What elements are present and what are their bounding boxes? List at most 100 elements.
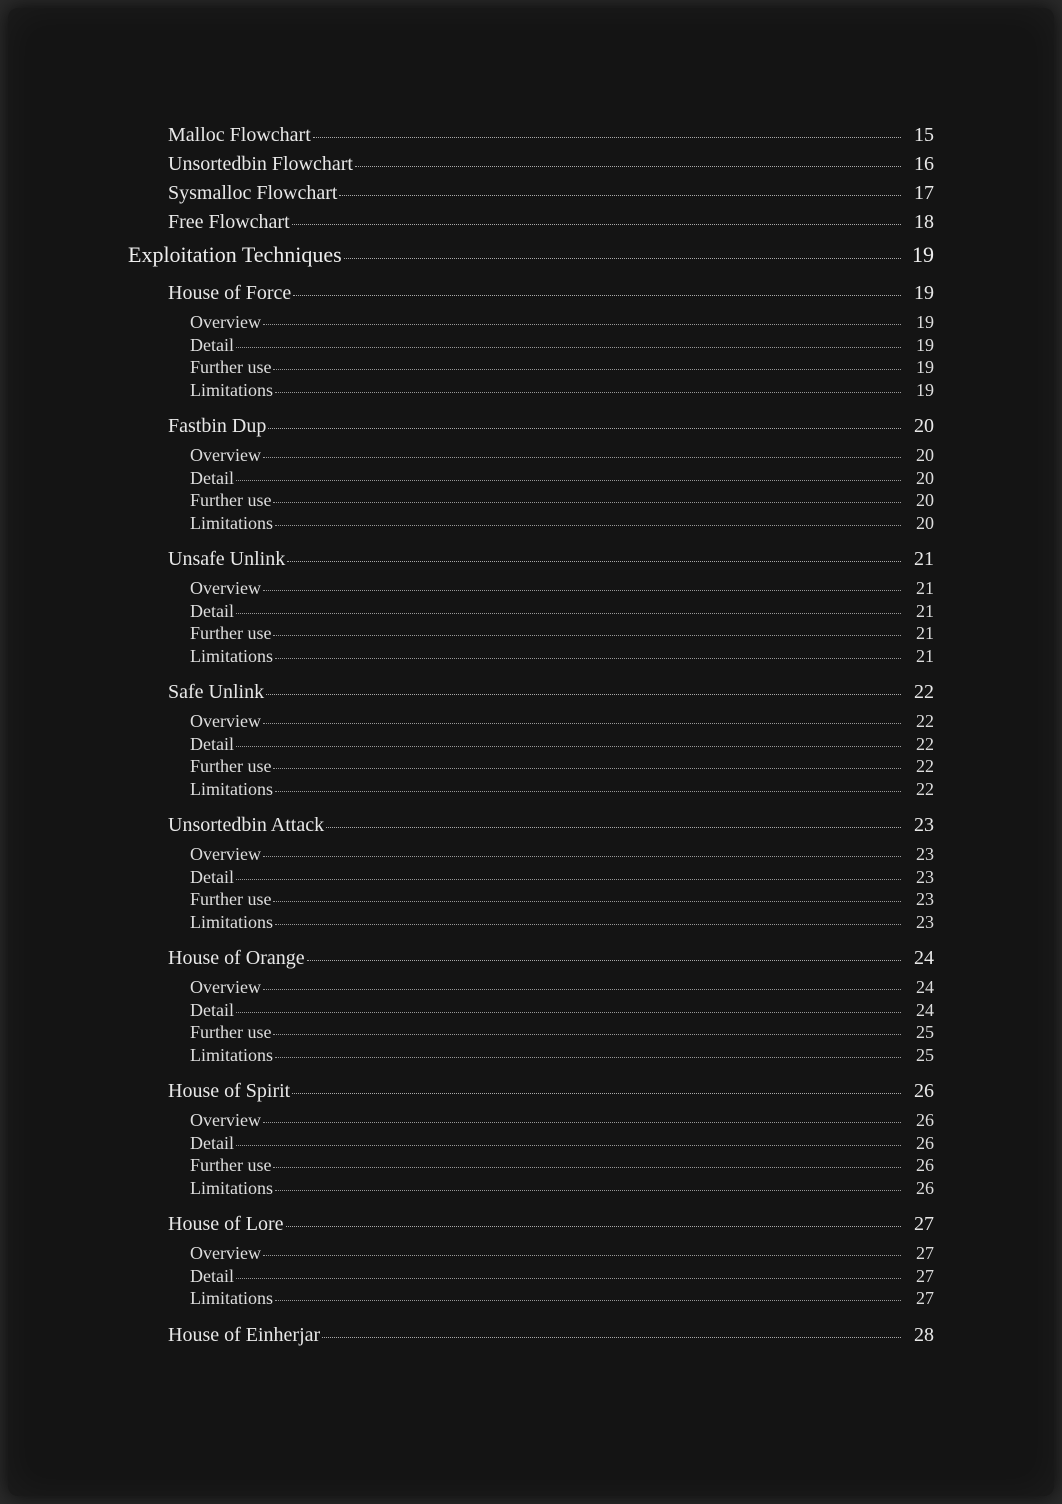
toc-entry-title: Unsortedbin Attack bbox=[168, 814, 324, 837]
toc-leader-dots bbox=[275, 1190, 901, 1191]
toc-entry[interactable]: Fastbin Dup20 bbox=[168, 415, 934, 438]
toc-entry[interactable]: House of Force19 bbox=[168, 282, 934, 305]
toc-entry-page: 21 bbox=[906, 577, 934, 600]
toc-entry[interactable]: House of Orange24 bbox=[168, 947, 934, 970]
toc-entry-page: 23 bbox=[906, 911, 934, 934]
toc-leader-dots bbox=[263, 324, 901, 325]
toc-entry-page: 26 bbox=[906, 1154, 934, 1177]
toc-entry-page: 23 bbox=[906, 814, 934, 837]
toc-leader-dots bbox=[273, 901, 901, 902]
toc-entry[interactable]: Detail 21 bbox=[190, 600, 934, 623]
toc-leader-dots bbox=[236, 879, 901, 880]
toc-entry[interactable]: House of Einherjar28 bbox=[168, 1324, 934, 1347]
toc-entry[interactable]: Overview20 bbox=[190, 444, 934, 467]
toc-entry-title: Detail bbox=[190, 999, 234, 1022]
toc-entry[interactable]: Free Flowchart18 bbox=[168, 211, 934, 234]
toc-leader-dots bbox=[266, 694, 901, 695]
toc-entry-page: 23 bbox=[906, 888, 934, 911]
toc-entry-page: 22 bbox=[906, 710, 934, 733]
toc-entry[interactable]: Further use21 bbox=[190, 622, 934, 645]
toc-leader-dots bbox=[275, 658, 901, 659]
toc-entry-title: House of Lore bbox=[168, 1213, 284, 1236]
toc-entry[interactable]: Detail22 bbox=[190, 733, 934, 756]
toc-entry-title: Limitations bbox=[190, 778, 273, 801]
table-of-contents: Malloc Flowchart15Unsortedbin Flowchart1… bbox=[128, 124, 934, 1347]
toc-entry[interactable]: Limitations23 bbox=[190, 911, 934, 934]
toc-entry-title: Further use bbox=[190, 356, 271, 379]
toc-entry-title: Detail bbox=[190, 467, 234, 490]
toc-entry[interactable]: Malloc Flowchart15 bbox=[168, 124, 934, 147]
toc-entry-title: House of Spirit bbox=[168, 1080, 290, 1103]
toc-entry[interactable]: Overview23 bbox=[190, 843, 934, 866]
toc-entry[interactable]: Detail20 bbox=[190, 467, 934, 490]
toc-entry[interactable]: Further use25 bbox=[190, 1021, 934, 1044]
toc-entry[interactable]: Overview22 bbox=[190, 710, 934, 733]
toc-entry[interactable]: Limitations20 bbox=[190, 512, 934, 535]
toc-entry[interactable]: Exploitation Techniques19 bbox=[128, 242, 934, 268]
toc-entry-title: Overview bbox=[190, 311, 261, 334]
toc-entry[interactable]: Detail 23 bbox=[190, 866, 934, 889]
toc-leader-dots bbox=[263, 856, 901, 857]
toc-entry-title: Further use bbox=[190, 888, 271, 911]
toc-leader-dots bbox=[313, 137, 901, 138]
toc-leader-dots bbox=[236, 1145, 901, 1146]
toc-entry-title: Unsafe Unlink bbox=[168, 548, 285, 571]
toc-entry-page: 26 bbox=[906, 1177, 934, 1200]
toc-entry[interactable]: Detail19 bbox=[190, 334, 934, 357]
toc-entry-page: 24 bbox=[906, 976, 934, 999]
toc-leader-dots bbox=[263, 457, 901, 458]
toc-entry[interactable]: Limitations27 bbox=[190, 1287, 934, 1310]
toc-leader-dots bbox=[263, 1255, 901, 1256]
toc-entry-page: 23 bbox=[906, 866, 934, 889]
toc-entry-title: Overview bbox=[190, 577, 261, 600]
toc-entry[interactable]: Further use 23 bbox=[190, 888, 934, 911]
toc-entry-page: 20 bbox=[906, 444, 934, 467]
toc-entry-title: Overview bbox=[190, 1242, 261, 1265]
toc-entry[interactable]: Unsortedbin Attack 23 bbox=[168, 814, 934, 837]
toc-entry[interactable]: House of Spirit26 bbox=[168, 1080, 934, 1103]
toc-entry-page: 24 bbox=[906, 999, 934, 1022]
toc-entry[interactable]: Detail 24 bbox=[190, 999, 934, 1022]
toc-entry[interactable]: Further use19 bbox=[190, 356, 934, 379]
toc-leader-dots bbox=[236, 746, 901, 747]
toc-entry-page: 19 bbox=[906, 334, 934, 357]
toc-entry[interactable]: Limitations21 bbox=[190, 645, 934, 668]
toc-entry-title: Further use bbox=[190, 755, 271, 778]
toc-entry[interactable]: Detail27 bbox=[190, 1265, 934, 1288]
toc-entry[interactable]: Sysmalloc Flowchart17 bbox=[168, 182, 934, 205]
toc-entry[interactable]: Overview26 bbox=[190, 1109, 934, 1132]
toc-entry[interactable]: Further use22 bbox=[190, 755, 934, 778]
toc-leader-dots bbox=[273, 369, 901, 370]
toc-entry[interactable]: Limitations 22 bbox=[190, 778, 934, 801]
toc-entry-page: 22 bbox=[906, 733, 934, 756]
toc-entry-title: House of Force bbox=[168, 282, 291, 305]
toc-entry[interactable]: Safe Unlink22 bbox=[168, 681, 934, 704]
toc-entry-title: Unsortedbin Flowchart bbox=[168, 153, 353, 176]
toc-entry-page: 27 bbox=[906, 1213, 934, 1236]
toc-entry[interactable]: Limitations19 bbox=[190, 379, 934, 402]
toc-entry[interactable]: Limitations25 bbox=[190, 1044, 934, 1067]
toc-entry[interactable]: Limitations26 bbox=[190, 1177, 934, 1200]
toc-entry-title: Detail bbox=[190, 866, 234, 889]
toc-entry-title: Safe Unlink bbox=[168, 681, 264, 704]
toc-entry[interactable]: Overview19 bbox=[190, 311, 934, 334]
toc-entry[interactable]: Further use26 bbox=[190, 1154, 934, 1177]
toc-entry[interactable]: Overview24 bbox=[190, 976, 934, 999]
toc-leader-dots bbox=[307, 960, 901, 961]
toc-entry-title: Malloc Flowchart bbox=[168, 124, 311, 147]
toc-entry[interactable]: Overview27 bbox=[190, 1242, 934, 1265]
toc-entry-page: 21 bbox=[906, 600, 934, 623]
toc-entry-title: Further use bbox=[190, 1021, 271, 1044]
toc-entry[interactable]: House of Lore 27 bbox=[168, 1213, 934, 1236]
toc-entry[interactable]: Further use20 bbox=[190, 489, 934, 512]
toc-entry-title: Detail bbox=[190, 600, 234, 623]
toc-entry[interactable]: Overview 21 bbox=[190, 577, 934, 600]
toc-entry[interactable]: Detail26 bbox=[190, 1132, 934, 1155]
toc-entry-page: 22 bbox=[906, 778, 934, 801]
toc-entry[interactable]: Unsafe Unlink21 bbox=[168, 548, 934, 571]
toc-leader-dots bbox=[339, 195, 901, 196]
toc-leader-dots bbox=[275, 1057, 901, 1058]
toc-entry-title: House of Einherjar bbox=[168, 1324, 320, 1347]
toc-entry-page: 26 bbox=[906, 1109, 934, 1132]
toc-entry[interactable]: Unsortedbin Flowchart16 bbox=[168, 153, 934, 176]
